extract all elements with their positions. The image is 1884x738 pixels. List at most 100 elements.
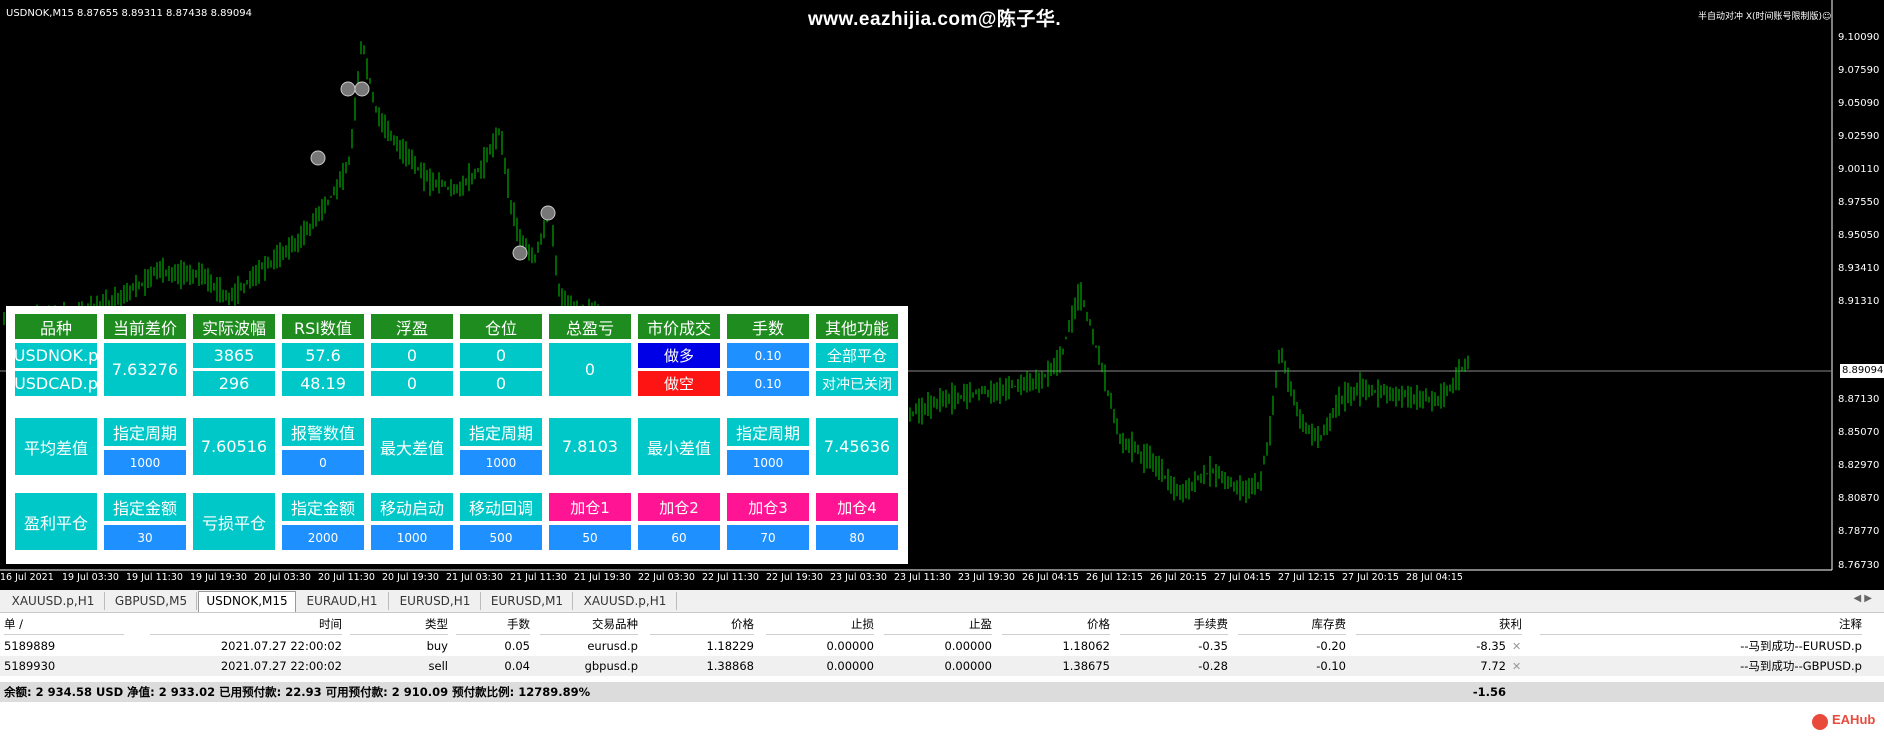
current-price: 1.18062 <box>1062 639 1110 653</box>
price-scale-label: 8.76730 <box>1838 560 1880 571</box>
add-position-3-button[interactable]: 加仓3 <box>727 493 809 521</box>
period3-input[interactable]: 1000 <box>727 450 809 475</box>
max-spread-label: 最大差值 <box>371 418 453 475</box>
tab-eurusd-m1[interactable]: EURUSD,M1 <box>482 592 573 610</box>
price-scale-label: 8.85070 <box>1838 427 1880 438</box>
add-position-2-button[interactable]: 加仓2 <box>638 493 720 521</box>
eahub-brand: EAHub <box>1832 712 1876 727</box>
tab-usdnok-m15[interactable]: USDNOK,M15 <box>198 591 296 612</box>
trade-marker-icon[interactable] <box>340 81 356 97</box>
open-price: 1.38868 <box>706 659 754 673</box>
open-price: 1.18229 <box>706 639 754 653</box>
trade-marker-icon[interactable] <box>354 81 370 97</box>
symbol-1: USDNOK.p <box>14 343 98 368</box>
price-scale-label: 9.02590 <box>1838 131 1880 142</box>
price-scale-label: 9.00110 <box>1838 164 1880 175</box>
eahub-logo-icon <box>1812 714 1828 730</box>
stop-loss: 0.00000 <box>826 659 874 673</box>
add-position-3-input[interactable]: 70 <box>727 525 809 550</box>
hedge-toggle-button[interactable]: 对冲已关闭 <box>816 371 898 396</box>
trail-start-input[interactable]: 1000 <box>371 525 453 550</box>
tab-euraud-h1[interactable]: EURAUD,H1 <box>296 592 389 610</box>
price-scale-label: 9.07590 <box>1838 65 1880 76</box>
period3-label: 指定周期 <box>727 418 809 446</box>
amount-input[interactable]: 30 <box>104 525 186 550</box>
comment: --马到成功--GBPUSD.p <box>1740 659 1862 673</box>
col-profit[interactable]: 获利 <box>1356 614 1522 635</box>
lots: 0.05 <box>504 639 530 653</box>
wave-2: 296 <box>193 371 275 396</box>
add-position-1-button[interactable]: 加仓1 <box>549 493 631 521</box>
min-spread-value: 7.45636 <box>816 418 898 475</box>
time-scale-label: 20 Jul 03:30 <box>254 572 311 583</box>
tab-xauusd-h1[interactable]: XAUUSD.p,H1 <box>2 592 105 610</box>
table-row[interactable]: 5189889 2021.07.27 22:00:02 buy 0.05 eur… <box>0 636 1884 656</box>
col-commission[interactable]: 手续费 <box>1120 614 1228 635</box>
tp-close-label: 盈利平仓 <box>15 493 97 550</box>
price-scale-label: 9.05090 <box>1838 98 1880 109</box>
time-scale-label: 23 Jul 19:30 <box>958 572 1015 583</box>
col-ticket[interactable]: 单 / <box>4 614 124 635</box>
col-cur-price[interactable]: 价格 <box>1002 614 1110 635</box>
col-type[interactable]: 类型 <box>350 614 448 635</box>
time-scale-label: 19 Jul 19:30 <box>190 572 247 583</box>
price-chart[interactable]: USDNOK,M15 8.87655 8.89311 8.87438 8.890… <box>0 0 1884 590</box>
close-order-icon[interactable]: ✕ <box>1512 640 1521 653</box>
time-scale-label: 22 Jul 19:30 <box>766 572 823 583</box>
time-scale-label: 16 Jul 2021 <box>0 572 54 583</box>
chart-watermark: www.eazhijia.com@陈子华. <box>808 9 1062 30</box>
time-scale-label: 19 Jul 11:30 <box>126 572 183 583</box>
tab-xauusd-h1-2[interactable]: XAUUSD.p,H1 <box>574 592 677 610</box>
symbol: gbpusd.p <box>584 659 638 673</box>
add-position-4-input[interactable]: 80 <box>816 525 898 550</box>
col-lots[interactable]: 手数 <box>456 614 530 635</box>
period-input[interactable]: 1000 <box>104 450 186 475</box>
time-scale-label: 26 Jul 12:15 <box>1086 572 1143 583</box>
alert-input[interactable]: 0 <box>282 450 364 475</box>
tab-gbpusd-m5[interactable]: GBPUSD,M5 <box>106 592 197 610</box>
table-row[interactable]: 5189930 2021.07.27 22:00:02 sell 0.04 gb… <box>0 656 1884 676</box>
close-order-icon[interactable]: ✕ <box>1512 660 1521 673</box>
amount2-label: 指定金额 <box>282 493 364 521</box>
position-2: 0 <box>460 371 542 396</box>
price-scale-label: 9.10090 <box>1838 32 1880 43</box>
col-price[interactable]: 价格 <box>650 614 754 635</box>
price-scale-label: 8.91310 <box>1838 296 1880 307</box>
time-scale-label: 23 Jul 03:30 <box>830 572 887 583</box>
add-position-1-input[interactable]: 50 <box>549 525 631 550</box>
buy-button[interactable]: 做多 <box>638 343 720 368</box>
header-other: 其他功能 <box>816 314 898 339</box>
trail-back-input[interactable]: 500 <box>460 525 542 550</box>
add-position-2-input[interactable]: 60 <box>638 525 720 550</box>
account-summary: 余额: 2 934.58 USD 净值: 2 933.02 已用预付款: 22.… <box>4 685 591 699</box>
trail-start-label: 移动启动 <box>371 493 453 521</box>
current-price: 1.38675 <box>1062 659 1110 673</box>
avg-spread-label: 平均差值 <box>15 418 97 475</box>
col-swap[interactable]: 库存费 <box>1238 614 1346 635</box>
trade-marker-icon[interactable] <box>540 205 556 221</box>
lots-input-1[interactable]: 0.10 <box>727 343 809 368</box>
add-position-4-button[interactable]: 加仓4 <box>816 493 898 521</box>
col-symbol[interactable]: 交易品种 <box>540 614 638 635</box>
period2-input[interactable]: 1000 <box>460 450 542 475</box>
trade-marker-icon[interactable] <box>310 150 326 166</box>
amount2-input[interactable]: 2000 <box>282 525 364 550</box>
tab-eurusd-h1[interactable]: EURUSD,H1 <box>390 592 481 610</box>
trade-terminal: 单 / 时间 类型 手数 交易品种 价格 止损 止盈 价格 手续费 库存费 获利… <box>0 614 1884 738</box>
col-tp[interactable]: 止盈 <box>884 614 992 635</box>
col-sl[interactable]: 止损 <box>766 614 874 635</box>
tab-scroll-arrows-icon[interactable]: ◀ ▶ <box>1853 593 1872 604</box>
float-2: 0 <box>371 371 453 396</box>
min-spread-label: 最小差值 <box>638 418 720 475</box>
sell-button[interactable]: 做空 <box>638 371 720 396</box>
time-scale-label: 22 Jul 11:30 <box>702 572 759 583</box>
trade-marker-icon[interactable] <box>512 245 528 261</box>
swap: -0.10 <box>1316 659 1346 673</box>
close-all-button[interactable]: 全部平仓 <box>816 343 898 368</box>
time-scale-label: 21 Jul 19:30 <box>574 572 631 583</box>
time-scale-label: 21 Jul 11:30 <box>510 572 567 583</box>
col-time[interactable]: 时间 <box>150 614 342 635</box>
current-spread: 7.63276 <box>104 343 186 396</box>
col-comment[interactable]: 注释 <box>1540 614 1862 635</box>
lots-input-2[interactable]: 0.10 <box>727 371 809 396</box>
